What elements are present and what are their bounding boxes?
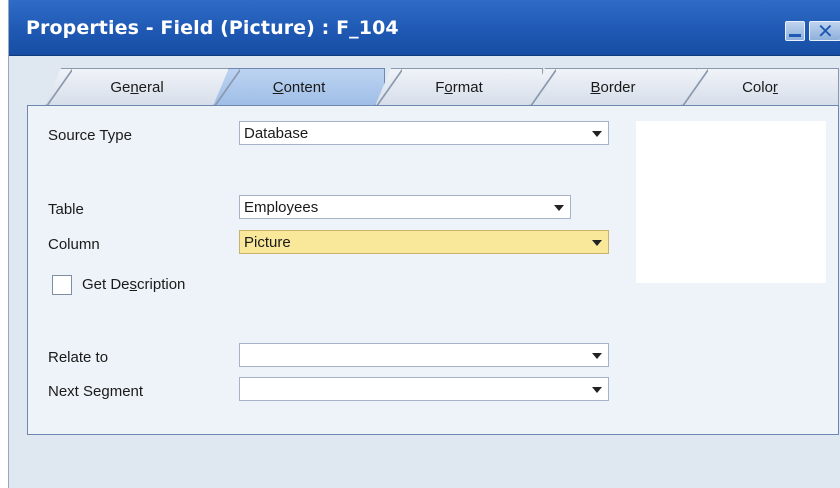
minimize-button[interactable] xyxy=(785,21,805,41)
chevron-down-icon xyxy=(592,387,602,393)
chevron-down-icon xyxy=(592,131,602,137)
tab-border-label: Border xyxy=(590,79,636,96)
column-label: Column xyxy=(48,236,100,253)
get-description-label: Get Description xyxy=(82,276,186,293)
get-description-checkbox[interactable] xyxy=(52,275,72,295)
tab-general-label: General xyxy=(110,79,164,96)
chevron-down-icon xyxy=(592,353,602,359)
tab-color[interactable]: Color xyxy=(681,68,839,106)
tab-format[interactable]: Format xyxy=(375,68,543,106)
close-button[interactable]: ✕ xyxy=(809,19,840,43)
title-bar[interactable]: Properties - Field (Picture) : F_104 ✕ xyxy=(9,0,840,56)
content-tab-panel: Source Type Database Table Employees Col… xyxy=(27,105,839,435)
window-title: Properties - Field (Picture) : F_104 xyxy=(26,17,399,39)
properties-window: Properties - Field (Picture) : F_104 ✕ G… xyxy=(8,0,840,488)
source-type-dropdown[interactable]: Database xyxy=(239,121,609,145)
next-segment-label: Next Segment xyxy=(48,383,144,400)
next-segment-dropdown[interactable] xyxy=(239,377,609,401)
table-label: Table xyxy=(48,201,84,218)
close-icon: ✕ xyxy=(817,19,834,43)
tab-content-label: Content xyxy=(272,79,326,96)
source-type-label: Source Type xyxy=(48,127,132,144)
chevron-down-icon xyxy=(592,240,602,246)
table-value: Employees xyxy=(244,199,319,216)
tab-color-label: Color xyxy=(742,79,778,96)
tab-format-label: Format xyxy=(435,79,483,96)
tab-content[interactable]: Content xyxy=(213,68,385,106)
source-type-value: Database xyxy=(244,125,309,142)
column-value: Picture xyxy=(244,234,291,251)
tab-general[interactable]: General xyxy=(45,68,229,106)
picture-preview xyxy=(636,121,826,283)
column-dropdown[interactable]: Picture xyxy=(239,230,609,254)
relate-to-label: Relate to xyxy=(48,349,109,366)
table-dropdown[interactable]: Employees xyxy=(239,195,571,219)
relate-to-dropdown[interactable] xyxy=(239,343,609,367)
tab-border[interactable]: Border xyxy=(529,68,697,106)
chevron-down-icon xyxy=(554,205,564,211)
